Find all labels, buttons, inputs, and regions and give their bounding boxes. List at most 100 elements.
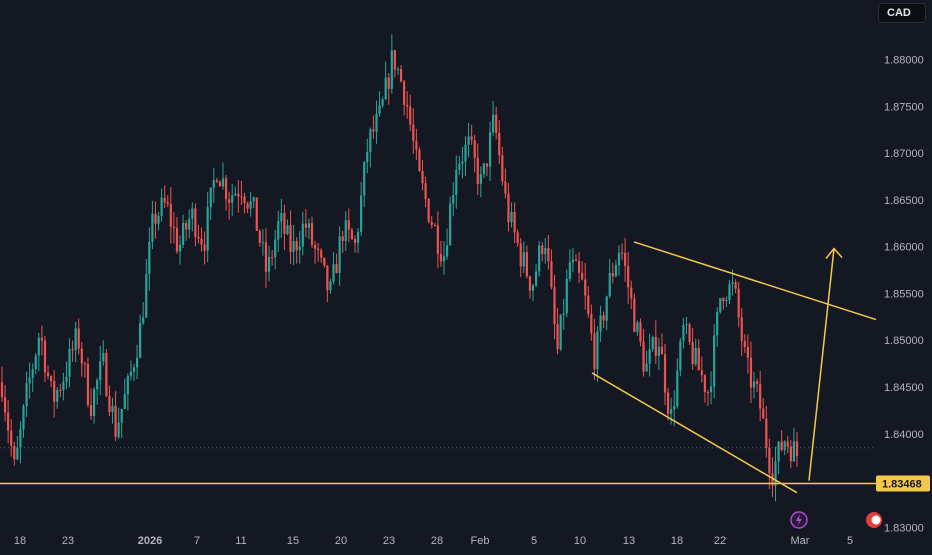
candle-body	[501, 155, 504, 182]
candle-body	[657, 346, 660, 356]
candle-body	[525, 252, 528, 277]
candle-body	[547, 248, 550, 262]
candle-body	[277, 221, 280, 240]
candle-body	[697, 347, 700, 371]
candle-body	[264, 242, 268, 272]
candle-body	[550, 261, 553, 288]
candle-body	[602, 315, 605, 321]
candle-body	[295, 241, 298, 251]
candle-body	[608, 273, 611, 297]
y-tick-label: 1.87000	[884, 148, 924, 160]
candle-body	[369, 129, 372, 153]
candle-body	[624, 252, 627, 266]
candle-body	[154, 213, 157, 224]
candle-body	[59, 389, 62, 391]
candle-body	[605, 296, 608, 321]
chart-area[interactable]: 1.83468 1.885001.880001.875001.870001.86…	[0, 0, 932, 550]
candle-body	[289, 225, 292, 252]
candle-body	[114, 405, 117, 437]
candle-body	[492, 114, 495, 133]
candle-body	[587, 295, 590, 315]
candle-body	[755, 381, 759, 384]
candle-body	[682, 324, 685, 341]
candle-body	[344, 220, 347, 241]
price-chart[interactable]: 1.83468 1.885001.880001.875001.870001.86…	[0, 0, 932, 550]
candle-body	[151, 213, 154, 242]
lightning-icon[interactable]	[790, 511, 808, 529]
candle-body	[258, 230, 261, 243]
candle-body	[157, 215, 160, 224]
y-tick-label: 1.86500	[884, 195, 924, 207]
candle-body	[166, 202, 169, 204]
x-tick-label: 10	[574, 535, 586, 547]
candle-body	[762, 408, 765, 419]
candle-body	[0, 382, 4, 398]
candle-body	[611, 273, 614, 277]
y-tick-label: 1.86000	[884, 242, 924, 254]
x-tick-label: 2026	[138, 535, 162, 547]
candle-body	[209, 187, 212, 208]
candle-body	[473, 140, 476, 158]
candle-body	[713, 335, 716, 387]
candle-body	[670, 409, 673, 414]
candle-body	[633, 298, 636, 332]
candle-body	[317, 248, 320, 251]
x-tick-label: 28	[431, 535, 443, 547]
candle-body	[310, 223, 314, 245]
candle-body	[746, 346, 749, 358]
currency-button[interactable]: CAD	[878, 3, 926, 23]
y-tick-label: 1.87500	[884, 101, 924, 113]
candle-body	[175, 227, 179, 252]
candle-body	[182, 222, 185, 245]
x-tick-label: 18	[671, 535, 683, 547]
x-tick-label: 23	[383, 535, 395, 547]
candle-body	[145, 273, 148, 318]
candle-body	[685, 324, 688, 326]
candle-body	[482, 163, 486, 175]
candle-body	[62, 381, 65, 391]
candle-body	[577, 260, 581, 273]
candle-body	[86, 364, 90, 406]
candle-body	[203, 244, 206, 251]
candle-body	[234, 193, 237, 196]
candle-body	[31, 369, 34, 378]
y-tick-label: 1.85500	[884, 288, 924, 300]
candle-body	[384, 77, 387, 100]
candle-body	[387, 77, 390, 89]
candle-body	[479, 174, 482, 184]
candle-body	[709, 386, 713, 393]
candle-body	[99, 361, 102, 381]
candle-body	[194, 208, 197, 238]
candle-body	[495, 114, 498, 133]
candle-body	[197, 237, 200, 239]
candle-body	[599, 315, 602, 332]
y-tick-label: 1.88000	[884, 54, 924, 66]
candle-body	[25, 383, 28, 407]
candle-body	[676, 370, 679, 406]
candle-body	[350, 229, 354, 240]
candle-body	[301, 223, 304, 247]
x-tick-label: 18	[14, 535, 26, 547]
candle-body	[409, 106, 412, 125]
candle-body	[393, 50, 396, 70]
candle-body	[338, 236, 341, 274]
candle-body	[120, 408, 123, 423]
candle-body	[323, 257, 326, 266]
candle-body	[470, 136, 473, 141]
candle-body	[231, 195, 234, 203]
candle-body	[363, 162, 366, 196]
event-flag-icon[interactable]	[866, 512, 882, 528]
candle-body	[651, 336, 654, 350]
candle-body	[28, 377, 31, 384]
candle-body	[449, 203, 452, 246]
candle-body	[347, 220, 350, 230]
candle-body	[418, 149, 421, 171]
x-tick-label: 5	[847, 535, 853, 547]
candle-body	[200, 238, 203, 245]
candle-body	[464, 144, 467, 162]
candle-body	[372, 129, 375, 132]
candle-body	[16, 447, 19, 460]
candle-body	[185, 222, 188, 230]
candle-body	[142, 317, 145, 324]
candle-body	[694, 347, 697, 365]
